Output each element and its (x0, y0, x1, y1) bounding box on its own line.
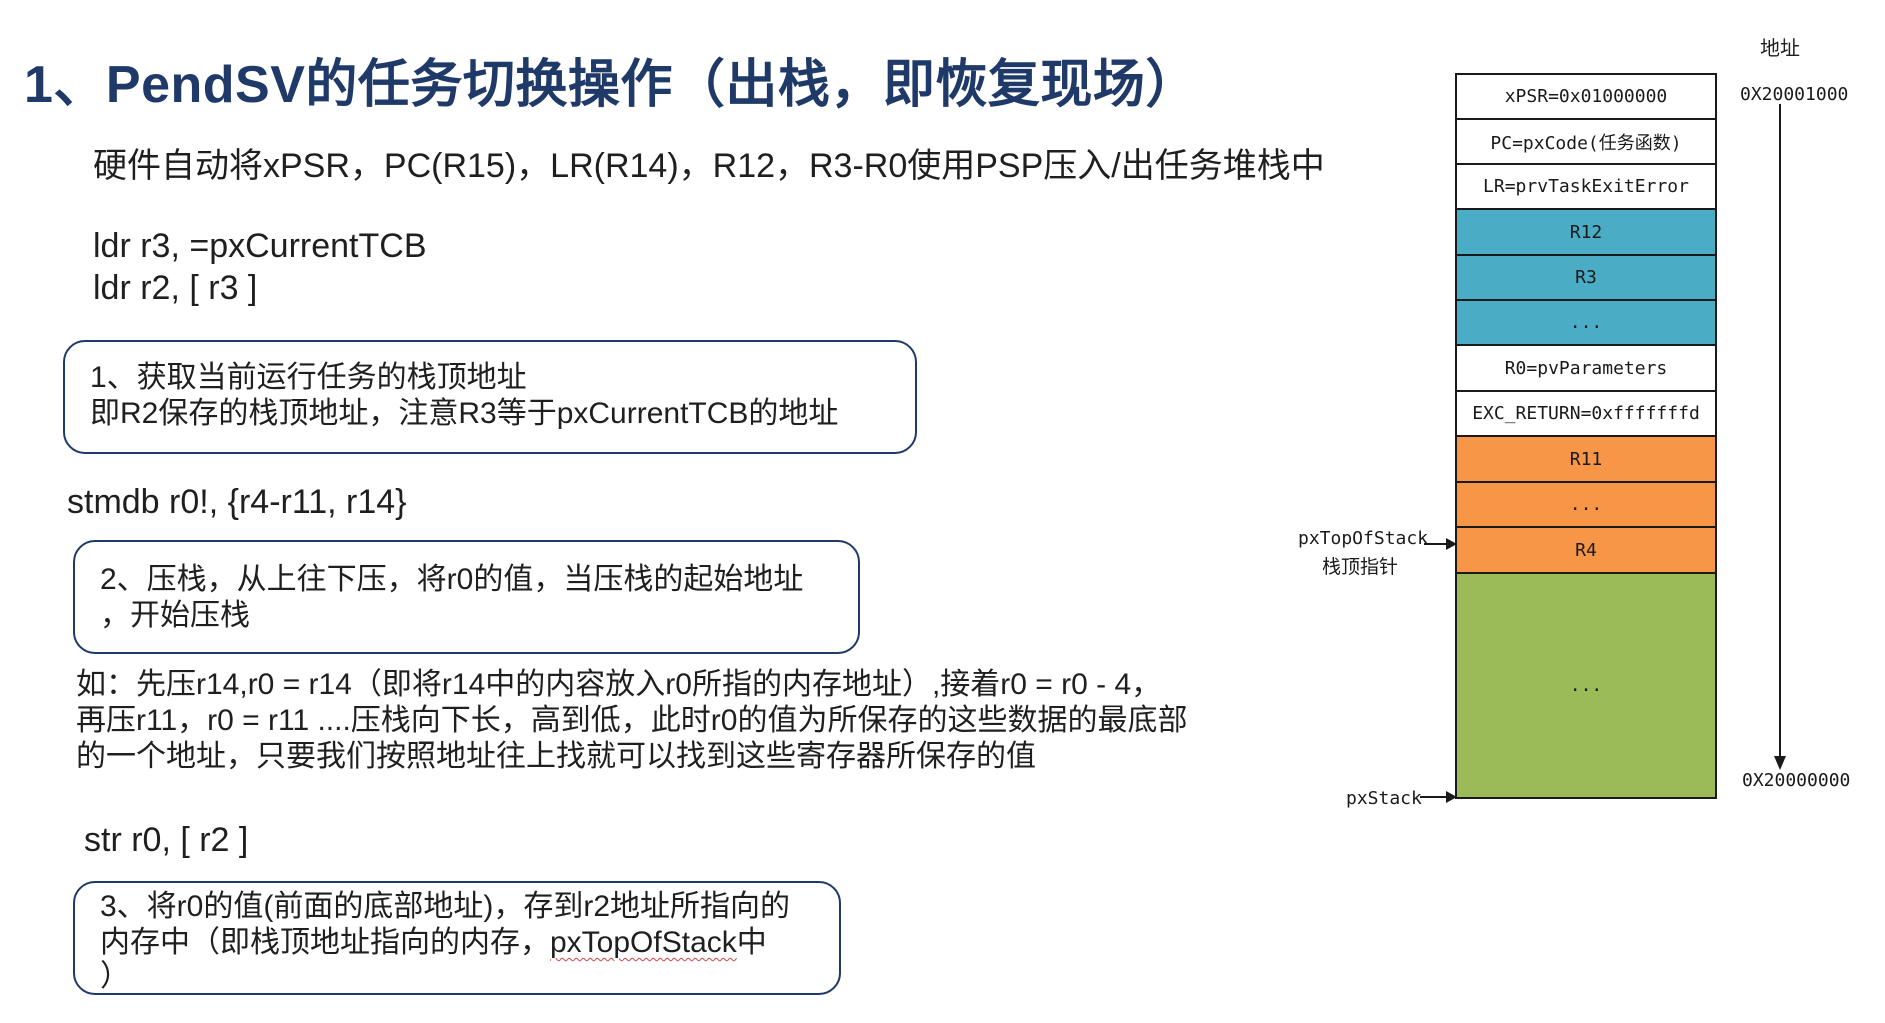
note-box-1: 1、获取当前运行任务的栈顶地址 即R2保存的栈顶地址，注意R3等于pxCurre… (63, 340, 917, 454)
stack-cell: LR=prvTaskExitError (1455, 163, 1717, 210)
top-of-stack-label: pxTopOfStack (1298, 528, 1429, 549)
address-header: 地址 (1760, 36, 1800, 60)
stack-cell: R3 (1455, 254, 1717, 301)
note-box-3: 3、将r0的值(前面的底部地址)，存到r2地址所指向的 内存中（即栈顶地址指向的… (73, 881, 841, 995)
intro-text: 硬件自动将xPSR，PC(R15)，LR(R14)，R12，R3-R0使用PSP… (93, 147, 1325, 185)
note-box-2: 2、压栈，从上往下压，将r0的值，当压栈的起始地址 ，开始压栈 (73, 540, 860, 654)
example-line-1: 如：先压r14,r0 = r14（即将r14中的内容放入r0所指的内存地址）,接… (76, 668, 1162, 701)
note-box-3-line-2-prefix: 内存中（即栈顶地址指向的内存， (100, 926, 550, 959)
note-box-3-line-1: 3、将r0的值(前面的底部地址)，存到r2地址所指向的 (100, 890, 791, 923)
code-ldr-r2: ldr r2, [ r3 ] (93, 269, 258, 307)
stack-cell: R12 (1455, 208, 1717, 256)
note-box-2-line-1: 2、压栈，从上往下压，将r0的值，当压栈的起始地址 (100, 563, 804, 596)
top-of-stack-arrow (1424, 538, 1457, 550)
stack-base-label: pxStack (1346, 788, 1422, 809)
stack-cell: PC=pxCode(任务函数) (1455, 118, 1717, 165)
stack-cell: xPSR=0x01000000 (1455, 73, 1717, 120)
code-ldr-r3: ldr r3, =pxCurrentTCB (93, 227, 427, 265)
note-box-1-line-1: 1、获取当前运行任务的栈顶地址 (90, 361, 527, 394)
note-box-3-line-2: 内存中（即栈顶地址指向的内存，pxTopOfStack中 (100, 925, 767, 961)
note-box-3-line-2-suffix: 中 (736, 926, 767, 959)
stack-base-arrow (1420, 791, 1457, 803)
code-str: str r0, [ r2 ] (84, 821, 249, 859)
note-box-3-line-3: ） (100, 960, 130, 993)
stack-cell: R11 (1455, 435, 1717, 483)
stack-cell: ... (1455, 572, 1717, 799)
example-line-2: 再压r11，r0 = r11 ....压栈向下长，高到低，此时r0的值为所保存的… (76, 704, 1188, 737)
code-stmdb: stmdb r0!, {r4-r11, r14} (67, 483, 407, 521)
note-box-1-line-2: 即R2保存的栈顶地址，注意R3等于pxCurrentTCB的地址 (90, 397, 839, 430)
stack-cell: R0=pvParameters (1455, 344, 1717, 392)
stack-cell: EXC_RETURN=0xfffffffd (1455, 390, 1717, 437)
stack-cell: ... (1455, 299, 1717, 346)
stack-cell: R4 (1455, 526, 1717, 574)
page-title: 1、PendSV的任务切换操作（出栈，即恢复现场） (24, 56, 1198, 114)
stack-cell: ... (1455, 481, 1717, 528)
note-box-2-line-2: ，开始压栈 (100, 599, 250, 632)
pxTopOfStack-term: pxTopOfStack (550, 926, 737, 959)
top-of-stack-sublabel: 栈顶指针 (1322, 556, 1399, 578)
example-line-3: 的一个地址，只要我们按照地址往上找就可以找到这些寄存器所保存的值 (76, 740, 1036, 773)
address-direction-arrow (1774, 104, 1786, 770)
address-low: 0X20000000 (1742, 770, 1851, 791)
address-high: 0X20001000 (1740, 84, 1849, 105)
